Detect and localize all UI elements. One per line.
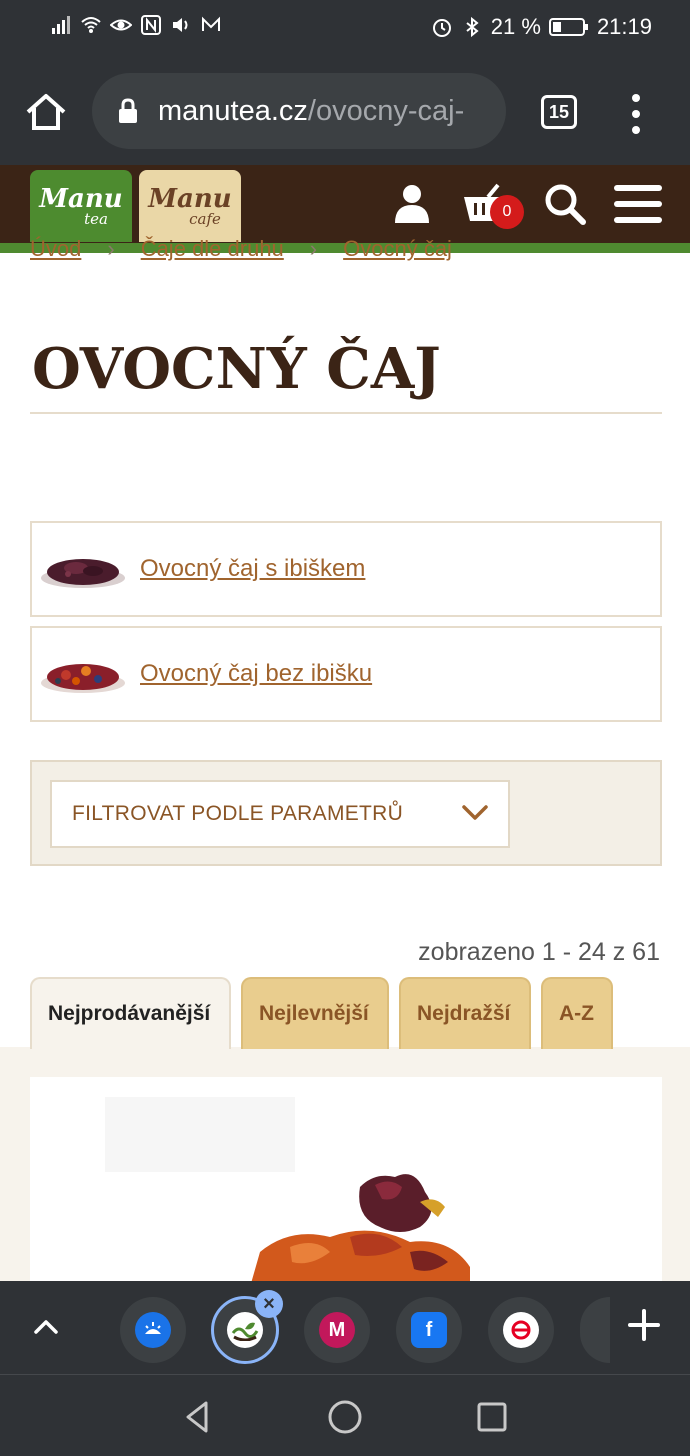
sort-tabs: Nejprodávanější Nejlevnější Nejdražší A-…: [30, 977, 613, 1049]
sort-tab-label: Nejprodávanější: [48, 1002, 211, 1025]
breadcrumb-link[interactable]: Čaje dle druhu: [141, 236, 284, 261]
manucafe-logo[interactable]: Manu cafe: [139, 170, 241, 242]
nfc-icon: [141, 15, 161, 35]
sort-tab-most-expensive[interactable]: Nejdražší: [399, 977, 531, 1049]
wifi-icon: [81, 17, 101, 33]
product-card[interactable]: [30, 1077, 662, 1287]
new-tab-icon[interactable]: [626, 1307, 662, 1343]
cart-count: 0: [502, 203, 512, 220]
mail-icon: [202, 16, 220, 31]
logo-cafe-sub: cafe: [189, 209, 221, 228]
sun-icon: [135, 1312, 171, 1348]
sort-tab-alphabetical[interactable]: A-Z: [541, 977, 613, 1049]
subcategory-link[interactable]: Ovocný čaj bez ibišku: [140, 660, 372, 688]
signal-icon: [52, 16, 70, 34]
back-icon[interactable]: [180, 1399, 216, 1435]
logo-tea-sub: tea: [84, 209, 108, 228]
subcategory-card[interactable]: Ovocný čaj bez ibišku: [30, 626, 662, 722]
android-navigation-bar: [0, 1374, 690, 1456]
sort-tab-bestselling[interactable]: Nejprodávanější: [30, 977, 231, 1049]
status-bar: 21 % 21:19: [0, 0, 690, 58]
browser-tab[interactable]: f: [396, 1297, 462, 1363]
subcategory-card[interactable]: Ovocný čaj s ibiškem: [30, 521, 662, 617]
browser-tab[interactable]: [120, 1297, 186, 1363]
url-host: manutea.cz: [158, 94, 308, 127]
pinterest-icon: [503, 1312, 539, 1348]
filter-label: FILTROVAT PODLE PARAMETRŮ: [72, 802, 404, 825]
clock: 21:19: [596, 14, 652, 39]
sort-tab-label: A-Z: [559, 1002, 594, 1025]
status-icons-left: [50, 14, 222, 36]
hibiscus-tea-thumbnail: [41, 559, 125, 588]
manutea-logo[interactable]: Manu tea: [30, 170, 132, 242]
filter-dropdown[interactable]: FILTROVAT PODLE PARAMETRŮ: [50, 780, 510, 848]
bluetooth-icon: [466, 16, 479, 38]
volume-icon: [173, 18, 188, 32]
user-account-icon[interactable]: [392, 183, 432, 225]
browser-menu-button[interactable]: [626, 94, 646, 134]
facebook-icon: f: [411, 1312, 447, 1348]
logo-cafe-main: Manu: [148, 183, 232, 214]
browser-tab[interactable]: M: [304, 1297, 370, 1363]
lock-icon: [119, 98, 137, 123]
filter-panel: FILTROVAT PODLE PARAMETRŮ: [30, 760, 662, 866]
address-bar[interactable]: manutea.cz/ovocny-caj-: [92, 73, 506, 149]
home-icon[interactable]: [24, 90, 68, 134]
product-image: [105, 1097, 470, 1287]
browser-toolbar: manutea.cz/ovocny-caj- 15: [0, 58, 690, 165]
m-icon: M: [319, 1312, 355, 1348]
logo-tea-main: Manu: [39, 183, 123, 214]
breadcrumb: Úvod › Čaje dle druhu › Ovocný čaj: [30, 236, 452, 261]
tab-count: 15: [548, 101, 570, 122]
results-count: zobrazeno 1 - 24 z 61: [418, 938, 660, 966]
eye-icon: [110, 19, 132, 31]
fruit-tea-thumbnail: [41, 664, 125, 693]
battery-percent: 21 %: [490, 14, 541, 39]
tab-switcher-button[interactable]: 15: [541, 95, 577, 129]
chevron-up-icon[interactable]: [30, 1311, 62, 1343]
cart-count-badge[interactable]: 0: [490, 195, 524, 229]
hamburger-menu-icon[interactable]: [614, 183, 662, 225]
alarm-icon: [432, 19, 451, 37]
home-circle-icon[interactable]: [327, 1399, 363, 1435]
page-title: OVOCNÝ ČAJ: [32, 336, 441, 402]
breadcrumb-current[interactable]: Ovocný čaj: [343, 236, 452, 261]
url-path: /ovocny-caj-: [307, 94, 465, 127]
chevron-down-icon: [462, 805, 488, 820]
recents-icon[interactable]: [474, 1399, 510, 1435]
chrome-tab-strip: M f: [0, 1281, 690, 1374]
manutea-icon: [227, 1312, 263, 1348]
sort-tab-label: Nejdražší: [417, 1002, 511, 1025]
close-tab-button[interactable]: ×: [255, 1290, 283, 1318]
browser-tab[interactable]: [488, 1297, 554, 1363]
search-icon[interactable]: [544, 183, 586, 225]
status-icons-right: 21 % 21:19: [431, 14, 652, 40]
title-divider: [30, 412, 662, 414]
sort-tab-cheapest[interactable]: Nejlevnější: [241, 977, 389, 1049]
sort-tab-label: Nejlevnější: [259, 1002, 369, 1025]
battery-icon: [548, 18, 588, 36]
browser-tab-partial[interactable]: [580, 1297, 610, 1363]
breadcrumb-link[interactable]: Úvod: [30, 236, 81, 261]
subcategory-link[interactable]: Ovocný čaj s ibiškem: [140, 555, 365, 583]
